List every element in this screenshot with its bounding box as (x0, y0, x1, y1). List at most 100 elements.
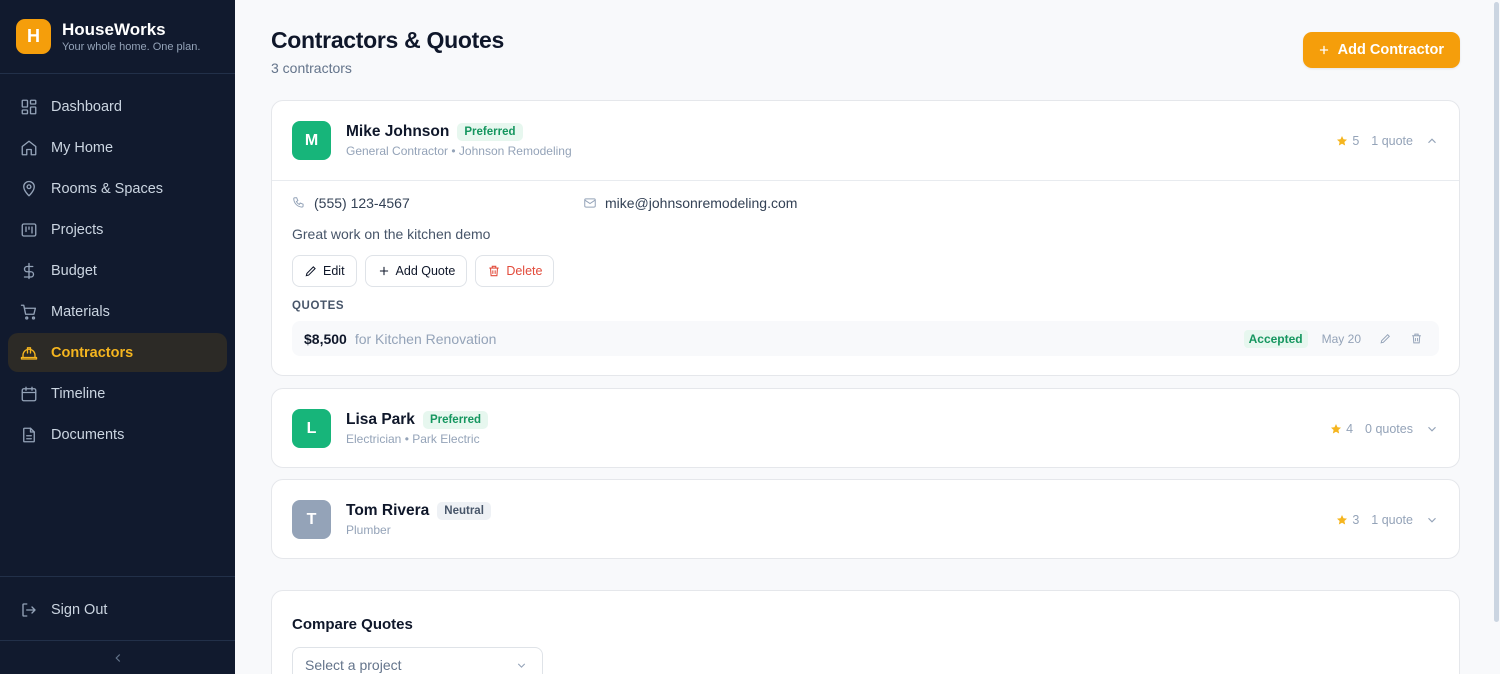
quote-project: for Kitchen Renovation (354, 330, 497, 347)
sidebar-item-documents[interactable]: Documents (8, 415, 227, 454)
trash-icon (489, 265, 499, 277)
contractor-subtitle: Electrician • Park Electric (346, 432, 480, 446)
plus-icon (379, 266, 388, 276)
contractor-details: (555) 123-4567 mike@johnsonremodeling.co… (272, 180, 1459, 375)
chevron-down-icon[interactable] (1425, 422, 1439, 436)
avatar: M (292, 121, 331, 160)
avatar: T (292, 500, 331, 539)
edit-button[interactable]: Edit (292, 255, 357, 287)
star-icon (1337, 135, 1348, 146)
status-badge: Preferred (457, 123, 523, 141)
dollar-icon (20, 262, 38, 280)
contractor-card-header[interactable]: M Mike Johnson Preferred General Contrac… (272, 101, 1459, 180)
star-icon (1331, 423, 1342, 434)
delete-label: Delete (506, 264, 543, 278)
sidebar-footer: Sign Out (0, 576, 235, 631)
brand-logo: H (16, 19, 51, 54)
sidebar-nav: Dashboard My Home Rooms & Spaces Project… (0, 74, 235, 454)
email-address: mike@johnsonremodeling.com (605, 195, 798, 211)
chevron-down-icon (517, 662, 526, 668)
contractor-actions: Edit Add Quote Delete (292, 255, 562, 287)
pencil-icon (305, 266, 316, 277)
phone[interactable]: (555) 123-4567 (292, 195, 410, 211)
sidebar-item-label: My Home (51, 139, 114, 156)
contractor-name: Tom Rivera (346, 502, 430, 519)
grid-icon (20, 98, 38, 116)
sidebar: H HouseWorks Your whole home. One plan. … (0, 0, 235, 674)
calendar-icon (20, 385, 38, 403)
add-contractor-button[interactable]: Add Contractor (1302, 32, 1460, 68)
sidebar-item-budget[interactable]: Budget (8, 251, 227, 290)
rating-value: 4 (1346, 421, 1354, 436)
scrollbar-thumb[interactable] (1494, 2, 1499, 622)
project-select[interactable]: Select a project (292, 647, 543, 674)
sidebar-item-materials[interactable]: Materials (8, 292, 227, 331)
edit-quote-icon[interactable] (1379, 332, 1392, 345)
sidebar-item-projects[interactable]: Projects (8, 210, 227, 249)
quote-count: 0 quotes (1365, 421, 1413, 436)
sign-out-button[interactable]: Sign Out (8, 590, 227, 629)
compare-quotes-panel: Compare Quotes Select a project (271, 590, 1460, 674)
brand-tagline: Your whole home. One plan. (62, 40, 201, 53)
sidebar-item-contractors[interactable]: Contractors (8, 333, 227, 372)
map-pin-icon (20, 180, 38, 198)
rating: 3 (1336, 513, 1359, 527)
cart-icon (20, 303, 38, 321)
add-quote-label: Add Quote (395, 264, 456, 278)
sidebar-item-label: Dashboard (51, 98, 122, 115)
page-scrollbar[interactable] (1492, 0, 1500, 674)
sidebar-item-label: Rooms & Spaces (51, 180, 164, 197)
delete-button[interactable]: Delete (475, 255, 555, 287)
contractor-count: 3 contractors (271, 60, 352, 76)
contractor-notes: Great work on the kitchen demo (292, 226, 491, 242)
collapse-sidebar-button[interactable] (0, 640, 235, 674)
sidebar-item-rooms[interactable]: Rooms & Spaces (8, 169, 227, 208)
plus-icon (1319, 45, 1328, 55)
chevron-down-icon[interactable] (1425, 513, 1439, 527)
phone-icon (293, 197, 304, 208)
quote-row: $8,500 for Kitchen Renovation Accepted M… (292, 321, 1439, 356)
chevron-left-icon (114, 653, 120, 662)
contractor-card-header[interactable]: T Tom Rivera Neutral Plumber 3 1 quote (272, 480, 1459, 559)
status-badge: Preferred (422, 411, 489, 429)
page-title: Contractors & Quotes (271, 27, 504, 53)
rating-value: 3 (1352, 512, 1360, 527)
star-icon (1337, 514, 1348, 525)
phone-number: (555) 123-4567 (314, 195, 410, 211)
sign-out-label: Sign Out (51, 601, 108, 618)
contractor-card-header[interactable]: L Lisa Park Preferred Electrician • Park… (272, 389, 1459, 468)
brand[interactable]: H HouseWorks Your whole home. One plan. (0, 0, 235, 74)
quote-count: 1 quote (1371, 133, 1413, 148)
chevron-up-icon[interactable] (1425, 134, 1439, 148)
contractor-subtitle: General Contractor • Johnson Remodeling (346, 144, 572, 158)
add-contractor-label: Add Contractor (1337, 42, 1444, 58)
contractor-name: Lisa Park (346, 411, 415, 428)
home-icon (20, 139, 38, 157)
contractor-name: Mike Johnson (346, 123, 450, 140)
quotes-heading: QUOTES (292, 300, 345, 312)
sidebar-item-label: Contractors (51, 344, 134, 361)
contractor-card: M Mike Johnson Preferred General Contrac… (271, 100, 1460, 376)
sidebar-item-dashboard[interactable]: Dashboard (8, 87, 227, 126)
project-select-value: Select a project (305, 657, 402, 673)
edit-label: Edit (323, 264, 345, 278)
hard-hat-icon (20, 344, 38, 362)
rating-value: 5 (1352, 133, 1360, 148)
quote-count: 1 quote (1371, 512, 1413, 527)
add-quote-button[interactable]: Add Quote (364, 255, 468, 287)
compare-quotes-title: Compare Quotes (292, 616, 413, 633)
rating: 5 (1336, 134, 1359, 148)
sidebar-item-my-home[interactable]: My Home (8, 128, 227, 167)
sidebar-item-label: Materials (51, 303, 110, 320)
contractor-subtitle: Plumber (346, 523, 391, 537)
brand-name: HouseWorks (62, 19, 166, 39)
email[interactable]: mike@johnsonremodeling.com (583, 195, 797, 211)
sidebar-item-label: Budget (51, 262, 97, 279)
delete-quote-icon[interactable] (1410, 332, 1423, 345)
quote-status-badge[interactable]: Accepted (1243, 329, 1308, 348)
rating: 4 (1330, 422, 1353, 436)
document-icon (20, 426, 38, 444)
quote-amount: $8,500 (304, 330, 347, 347)
quote-date: May 20 (1321, 331, 1361, 346)
sidebar-item-timeline[interactable]: Timeline (8, 374, 227, 413)
